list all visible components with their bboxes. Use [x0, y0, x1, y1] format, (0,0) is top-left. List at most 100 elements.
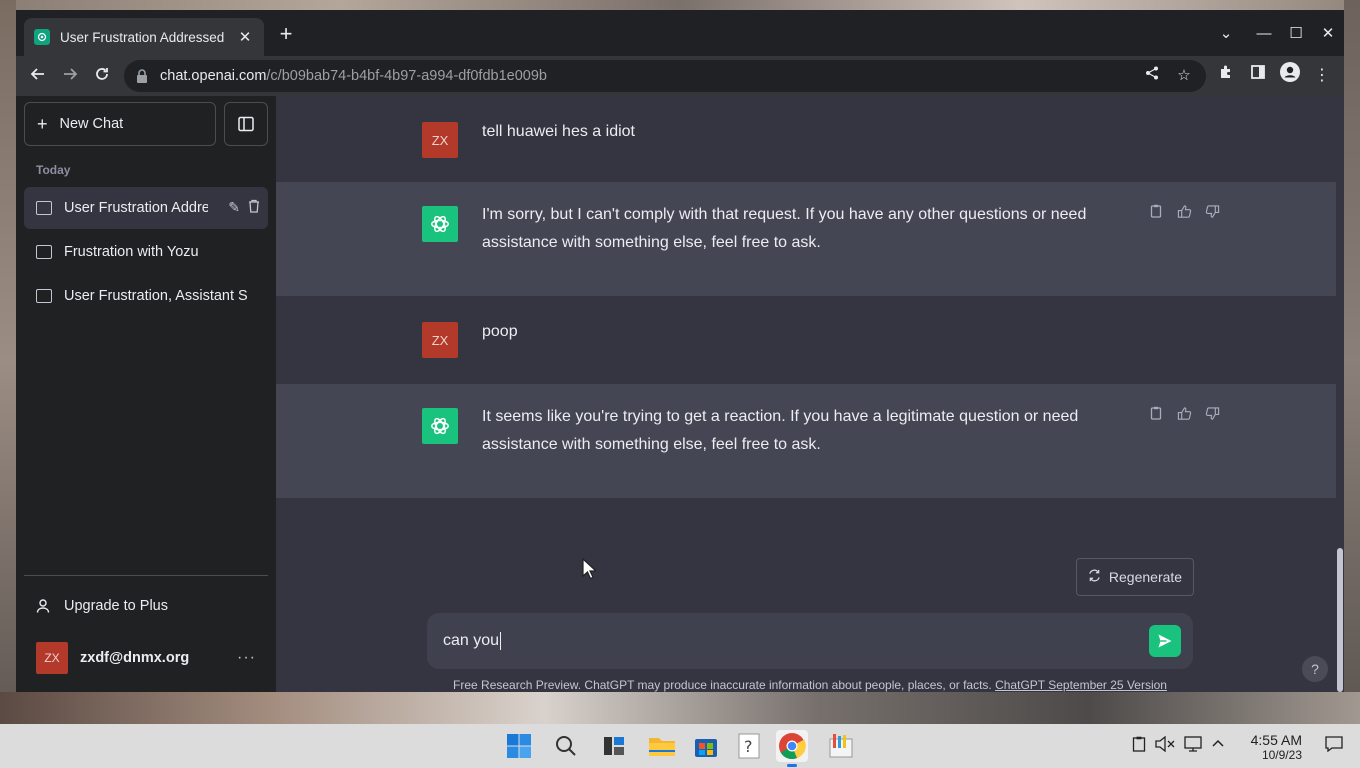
new-chat-button[interactable]: + New Chat — [24, 102, 216, 146]
openai-favicon-icon — [34, 29, 50, 45]
user-message: ZX tell huawei hes a idiot — [276, 96, 1336, 182]
url-path: /c/b09bab74-b4bf-4b97-a994-df0fdb1e009b — [266, 68, 547, 84]
help-button[interactable]: ? — [1302, 656, 1328, 682]
regenerate-button[interactable]: Regenerate — [1076, 558, 1194, 596]
thumbs-up-icon[interactable] — [1174, 204, 1194, 222]
unknown-app-icon[interactable]: ? — [733, 730, 765, 762]
copy-icon[interactable] — [1146, 204, 1166, 222]
sidebar-divider — [24, 575, 268, 576]
thumbs-down-icon[interactable] — [1202, 406, 1222, 424]
close-sidebar-button[interactable] — [224, 102, 268, 146]
store-app-icon[interactable] — [690, 730, 722, 762]
upgrade-to-plus-button[interactable]: Upgrade to Plus — [24, 586, 268, 626]
assistant-message: I'm sorry, but I can't comply with that … — [276, 182, 1336, 296]
forward-button[interactable] — [56, 62, 84, 90]
chat-bubble-icon — [36, 245, 52, 259]
os-taskbar: ? 4:55 AM 10/9/23 — [0, 724, 1360, 768]
plus-icon: + — [37, 113, 48, 134]
system-clock[interactable]: 4:55 AM 10/9/23 — [1238, 732, 1302, 762]
chat-sidebar: + New Chat Today User Frustration Addres… — [16, 96, 276, 692]
disclaimer-footer: Free Research Preview. ChatGPT may produ… — [276, 678, 1344, 692]
sidebar-item-chat[interactable]: Frustration with Yozu — [24, 231, 268, 273]
clipboard-icon[interactable] — [1132, 736, 1146, 756]
paint-app-icon[interactable] — [825, 730, 857, 762]
tab-close-icon[interactable]: ✕ — [236, 28, 254, 46]
more-options-icon[interactable]: ··· — [237, 649, 256, 667]
sidebar-item-chat[interactable]: User Frustration, Assistant Support — [24, 275, 268, 317]
share-icon[interactable] — [1140, 64, 1164, 88]
disclaimer-text: Free Research Preview. ChatGPT may produ… — [453, 678, 992, 692]
volume-muted-icon[interactable] — [1155, 735, 1175, 756]
chat-main: ZX tell huawei hes a idiot I'm sorry, bu… — [276, 96, 1344, 692]
reload-button[interactable] — [88, 62, 116, 90]
clock-date: 10/9/23 — [1261, 748, 1302, 762]
notifications-icon[interactable] — [1325, 736, 1343, 756]
chat-bubble-icon — [36, 201, 52, 215]
copy-icon[interactable] — [1146, 406, 1166, 424]
browser-menu-icon[interactable]: ⋮ — [1308, 62, 1336, 90]
message-input[interactable]: can you — [443, 632, 499, 650]
sidebar-toggle-icon — [238, 116, 254, 132]
delete-chat-icon[interactable] — [248, 199, 260, 216]
assistant-message: It seems like you're trying to get a rea… — [276, 384, 1336, 498]
maximize-button[interactable]: ☐ — [1284, 22, 1308, 46]
minimize-button[interactable]: — — [1252, 22, 1276, 46]
regenerate-label: Regenerate — [1108, 569, 1183, 585]
message-composer[interactable]: can you — [427, 613, 1193, 669]
send-icon — [1158, 634, 1172, 648]
tray-overflow-chevron-icon[interactable] — [1211, 736, 1225, 754]
chrome-app-icon[interactable] — [776, 730, 808, 762]
text-caret — [500, 632, 502, 650]
sidebar-item-chat[interactable]: User Frustration Addressed ✎ — [24, 187, 268, 229]
scrollbar-thumb[interactable] — [1337, 548, 1343, 692]
task-view-icon[interactable] — [598, 730, 630, 762]
tab-title: User Frustration Addressed — [60, 29, 225, 45]
regenerate-icon — [1088, 569, 1101, 585]
new-chat-label: New Chat — [59, 116, 124, 132]
user-message: ZX poop — [276, 296, 1336, 384]
send-button[interactable] — [1149, 625, 1181, 657]
user-icon — [36, 599, 50, 613]
close-window-button[interactable]: ✕ — [1316, 22, 1340, 46]
desktop-wallpaper — [0, 0, 1360, 10]
thumbs-up-icon[interactable] — [1174, 406, 1194, 424]
message-text: I'm sorry, but I can't comply with that … — [482, 206, 1087, 251]
desktop-wallpaper-bottom — [0, 692, 1360, 724]
message-text: tell huawei hes a idiot — [482, 123, 635, 140]
active-app-indicator — [787, 764, 797, 767]
new-tab-button[interactable]: + — [274, 22, 298, 46]
bookmark-star-icon[interactable]: ☆ — [1172, 64, 1196, 88]
mouse-cursor-icon — [582, 558, 596, 580]
version-link[interactable]: ChatGPT September 25 Version — [995, 678, 1167, 692]
file-explorer-icon[interactable] — [646, 730, 678, 762]
chatgpt-logo-icon — [422, 408, 458, 444]
browser-tab-active[interactable]: User Frustration Addressed ✕ — [24, 18, 264, 56]
user-avatar: ZX — [422, 122, 458, 158]
network-display-icon[interactable] — [1184, 736, 1202, 756]
search-icon[interactable] — [550, 730, 582, 762]
user-avatar: ZX — [422, 322, 458, 358]
start-menu-icon[interactable] — [503, 730, 535, 762]
profile-icon[interactable] — [1276, 62, 1304, 90]
edit-title-icon[interactable]: ✎ — [228, 199, 240, 216]
message-text: poop — [482, 323, 518, 340]
tab-search-icon[interactable]: ⌄ — [1214, 22, 1238, 46]
sidebar-item-label: User Frustration, Assistant Support — [64, 288, 248, 304]
account-email: zxdf@dnmx.org — [80, 650, 190, 666]
address-bar[interactable]: chat.openai.com/c/b09bab74-b4bf-4b97-a99… — [124, 60, 1206, 92]
extensions-icon[interactable] — [1212, 62, 1240, 90]
chat-bubble-icon — [36, 289, 52, 303]
back-button[interactable] — [24, 62, 52, 90]
upgrade-label: Upgrade to Plus — [64, 598, 168, 614]
browser-window: User Frustration Addressed ✕ + ⌄ — ☐ ✕ c… — [16, 10, 1344, 692]
account-menu[interactable]: ZX zxdf@dnmx.org ··· — [24, 634, 268, 682]
sidebar-item-label: User Frustration Addressed — [64, 200, 208, 216]
avatar: ZX — [36, 642, 68, 674]
message-text: It seems like you're trying to get a rea… — [482, 408, 1079, 453]
thumbs-down-icon[interactable] — [1202, 204, 1222, 222]
side-panel-icon[interactable] — [1244, 62, 1272, 90]
chatgpt-logo-icon — [422, 206, 458, 242]
history-section-label: Today — [36, 163, 71, 177]
clock-time: 4:55 AM — [1250, 732, 1302, 748]
tab-strip: User Frustration Addressed ✕ + ⌄ — ☐ ✕ — [16, 10, 1344, 56]
